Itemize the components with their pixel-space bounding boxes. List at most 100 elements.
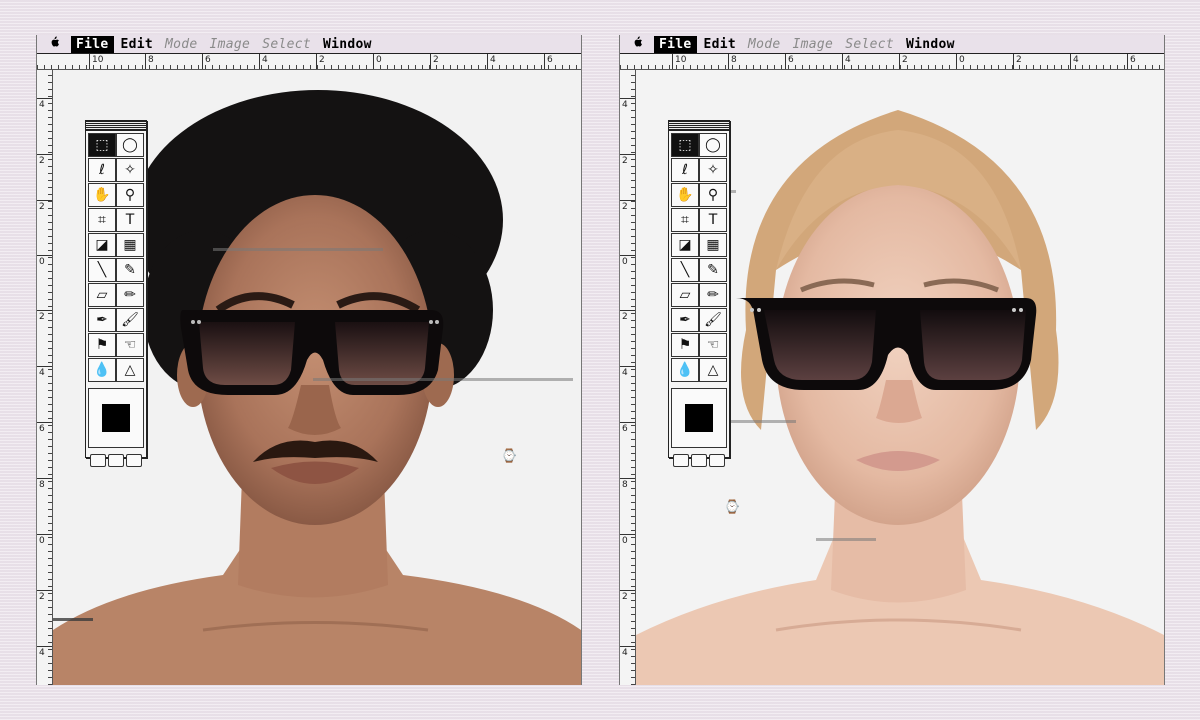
photoshop-window-right[interactable]: File Edit Mode Image Select Window 10 8 … <box>619 35 1165 685</box>
marquee-ellipse-tool[interactable]: ◯ <box>699 133 727 157</box>
toolbox-palette[interactable]: ⬚ ◯ ℓ ✧ ✋ ⚲ ⌗ T ◪ ▦ ╲ ✎ ▱ ✏ ✒ 🖌 ⚑ ☜ 💧 △ <box>85 120 147 467</box>
zoom-tool[interactable]: ⚲ <box>699 183 727 207</box>
lasso-tool[interactable]: ℓ <box>88 158 116 182</box>
menu-window[interactable]: Window <box>318 36 377 53</box>
horizontal-ruler[interactable]: 10 8 6 4 2 0 2 4 6 <box>37 54 581 70</box>
foreground-color-swatch[interactable] <box>685 404 713 432</box>
eyedropper-tool[interactable]: ✎ <box>116 258 144 282</box>
screen-mode-standard-button[interactable] <box>673 454 689 467</box>
photoshop-window-left[interactable]: File Edit Mode Image Select Window 10 8 … <box>36 35 582 685</box>
airbrush-tool[interactable]: ✒ <box>88 308 116 332</box>
eyedropper-icon: ✎ <box>707 262 719 278</box>
smudge-tool[interactable]: ☜ <box>699 333 727 357</box>
ruler-label: 4 <box>39 100 45 110</box>
marquee-rect-icon: ⬚ <box>95 137 109 153</box>
smudge-tool[interactable]: ☜ <box>116 333 144 357</box>
menu-window[interactable]: Window <box>901 36 960 53</box>
eraser-tool[interactable]: ▱ <box>671 283 699 307</box>
zoom-icon: ⚲ <box>124 187 136 203</box>
foreground-color-swatch[interactable] <box>102 404 130 432</box>
pencil-icon: ✏ <box>707 287 719 303</box>
hand-tool[interactable]: ✋ <box>671 183 699 207</box>
ruler-label: 4 <box>39 368 45 378</box>
ruler-label: 4 <box>1073 55 1079 65</box>
toolbox-titlebar[interactable] <box>86 121 146 131</box>
rubber-stamp-tool[interactable]: ⚑ <box>671 333 699 357</box>
blur-tool[interactable]: 💧 <box>671 358 699 382</box>
paint-bucket-tool[interactable]: ◪ <box>88 233 116 257</box>
image-canvas[interactable]: ⬚ ◯ ℓ ✧ ✋ ⚲ ⌗ T ◪ ▦ ╲ ✎ ▱ ✏ ✒ 🖌 ⚑ ☜ 💧 △ ⌚ <box>636 70 1164 685</box>
ruler-label: 8 <box>731 55 737 65</box>
hand-tool[interactable]: ✋ <box>88 183 116 207</box>
ruler-label: 0 <box>376 55 382 65</box>
menu-file[interactable]: File <box>654 35 697 53</box>
color-swatch-box[interactable] <box>671 388 727 448</box>
line-tool[interactable]: ╲ <box>88 258 116 282</box>
lasso-tool[interactable]: ℓ <box>671 158 699 182</box>
sharpen-tool[interactable]: △ <box>116 358 144 382</box>
ruler-label: 2 <box>622 312 628 322</box>
menu-file[interactable]: File <box>71 35 114 53</box>
paintbrush-tool[interactable]: 🖌 <box>116 308 144 332</box>
menu-image[interactable]: Image <box>205 36 256 53</box>
paint-bucket-tool[interactable]: ◪ <box>671 233 699 257</box>
magic-wand-tool[interactable]: ✧ <box>699 158 727 182</box>
blur-icon: 💧 <box>93 362 111 378</box>
menu-mode[interactable]: Mode <box>743 36 786 53</box>
type-tool[interactable]: T <box>699 208 727 232</box>
type-icon: T <box>125 212 135 228</box>
menu-select[interactable]: Select <box>257 36 316 53</box>
magic-wand-tool[interactable]: ✧ <box>116 158 144 182</box>
vertical-ruler[interactable]: 4 2 2 0 2 4 6 8 0 2 4 6 <box>620 70 636 685</box>
toolbox-palette[interactable]: ⬚ ◯ ℓ ✧ ✋ ⚲ ⌗ T ◪ ▦ ╲ ✎ ▱ ✏ ✒ 🖌 ⚑ ☜ 💧 △ <box>668 120 730 467</box>
marquee-rect-tool[interactable]: ⬚ <box>671 133 699 157</box>
crop-tool[interactable]: ⌗ <box>671 208 699 232</box>
menu-mode[interactable]: Mode <box>160 36 203 53</box>
apple-menu-icon[interactable] <box>620 36 654 52</box>
marquee-rect-tool[interactable]: ⬚ <box>88 133 116 157</box>
horizontal-ruler[interactable]: 10 8 6 4 2 0 2 4 6 <box>620 54 1164 70</box>
airbrush-tool[interactable]: ✒ <box>671 308 699 332</box>
rubber-stamp-tool[interactable]: ⚑ <box>88 333 116 357</box>
pencil-tool[interactable]: ✏ <box>699 283 727 307</box>
pencil-tool[interactable]: ✏ <box>116 283 144 307</box>
apple-menu-icon[interactable] <box>37 36 71 52</box>
menu-edit[interactable]: Edit <box>116 36 159 53</box>
zoom-tool[interactable]: ⚲ <box>116 183 144 207</box>
sharpen-tool[interactable]: △ <box>699 358 727 382</box>
type-icon: T <box>708 212 718 228</box>
eyedropper-tool[interactable]: ✎ <box>699 258 727 282</box>
airbrush-icon: ✒ <box>679 312 691 328</box>
ruler-label: 0 <box>959 55 965 65</box>
glitch-line <box>53 618 93 621</box>
crop-icon: ⌗ <box>98 212 106 228</box>
line-tool[interactable]: ╲ <box>671 258 699 282</box>
screen-mode-buttons <box>673 454 727 467</box>
image-canvas[interactable]: ⬚ ◯ ℓ ✧ ✋ ⚲ ⌗ T ◪ ▦ ╲ ✎ ▱ ✏ ✒ 🖌 ⚑ ☜ 💧 △ ⌚ <box>53 70 581 685</box>
paintbrush-icon: 🖌 <box>121 312 139 328</box>
color-swatch-box[interactable] <box>88 388 144 448</box>
toolbox-titlebar[interactable] <box>669 121 729 131</box>
tool-grid: ⬚ ◯ ℓ ✧ ✋ ⚲ ⌗ T ◪ ▦ ╲ ✎ ▱ ✏ ✒ 🖌 ⚑ ☜ 💧 △ <box>669 131 729 382</box>
menu-edit[interactable]: Edit <box>699 36 742 53</box>
screen-mode-full-menu-button[interactable] <box>691 454 707 467</box>
screen-mode-full-menu-button[interactable] <box>108 454 124 467</box>
screen-mode-full-button[interactable] <box>126 454 142 467</box>
menu-select[interactable]: Select <box>840 36 899 53</box>
gradient-tool[interactable]: ▦ <box>699 233 727 257</box>
airbrush-icon: ✒ <box>96 312 108 328</box>
menu-image[interactable]: Image <box>788 36 839 53</box>
gradient-tool[interactable]: ▦ <box>116 233 144 257</box>
blur-tool[interactable]: 💧 <box>88 358 116 382</box>
type-tool[interactable]: T <box>116 208 144 232</box>
eraser-tool[interactable]: ▱ <box>88 283 116 307</box>
eraser-icon: ▱ <box>96 287 108 303</box>
marquee-ellipse-tool[interactable]: ◯ <box>116 133 144 157</box>
paint-bucket-icon: ◪ <box>95 237 109 253</box>
paintbrush-tool[interactable]: 🖌 <box>699 308 727 332</box>
screen-mode-full-button[interactable] <box>709 454 725 467</box>
ruler-label: 4 <box>39 648 45 658</box>
crop-tool[interactable]: ⌗ <box>88 208 116 232</box>
vertical-ruler[interactable]: 4 2 2 0 2 4 6 8 0 2 4 6 <box>37 70 53 685</box>
screen-mode-standard-button[interactable] <box>90 454 106 467</box>
